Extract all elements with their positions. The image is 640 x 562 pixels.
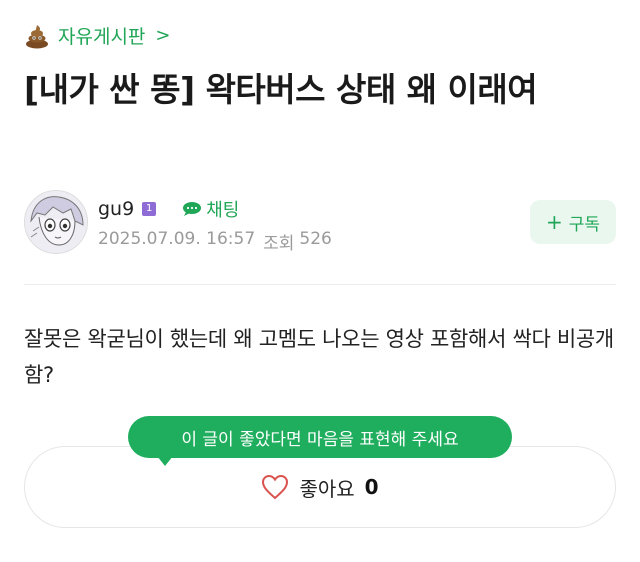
subscribe-button[interactable]: + 구독 <box>530 200 616 244</box>
chevron-right-icon: > <box>155 25 171 46</box>
divider <box>24 284 616 285</box>
board-link[interactable]: 자유게시판 > <box>24 22 171 49</box>
post-date: 2025.07.09. 16:57 <box>98 229 256 249</box>
like-button[interactable]: 좋아요 0 <box>24 446 616 528</box>
level-badge: 1 <box>142 202 157 216</box>
post-body: 잘못은 왁굳님이 했는데 왜 고멤도 나오는 영상 포함해서 싹다 비공개함? <box>24 327 614 387</box>
author-name[interactable]: gu9 <box>98 198 134 220</box>
views-count: 526 <box>299 229 332 249</box>
like-label: 좋아요 <box>299 476 355 501</box>
plus-icon: + <box>545 210 563 234</box>
author-row: gu9 1 채팅 <box>98 196 239 222</box>
views-label: 조회 <box>263 234 295 254</box>
post-title: [내가 싼 똥] 왁타버스 상태 왜 이래여 <box>24 70 538 109</box>
post-meta: 2025.07.09. 16:57 조회 526 <box>98 229 332 254</box>
avatar-drawing <box>25 191 87 253</box>
chat-bubble-icon <box>183 202 202 216</box>
tooltip-tail <box>157 456 173 466</box>
subscribe-label: 구독 <box>568 214 601 235</box>
chat-button[interactable]: 채팅 <box>182 196 239 222</box>
chat-label: 채팅 <box>206 200 240 221</box>
heart-icon <box>262 474 289 500</box>
avatar[interactable] <box>24 190 88 254</box>
poop-icon <box>26 24 48 48</box>
like-count: 0 <box>364 475 379 499</box>
like-tooltip: 이 글이 좋았다면 마음을 표현해 주세요 <box>128 416 512 458</box>
board-name[interactable]: 자유게시판 <box>58 22 145 49</box>
